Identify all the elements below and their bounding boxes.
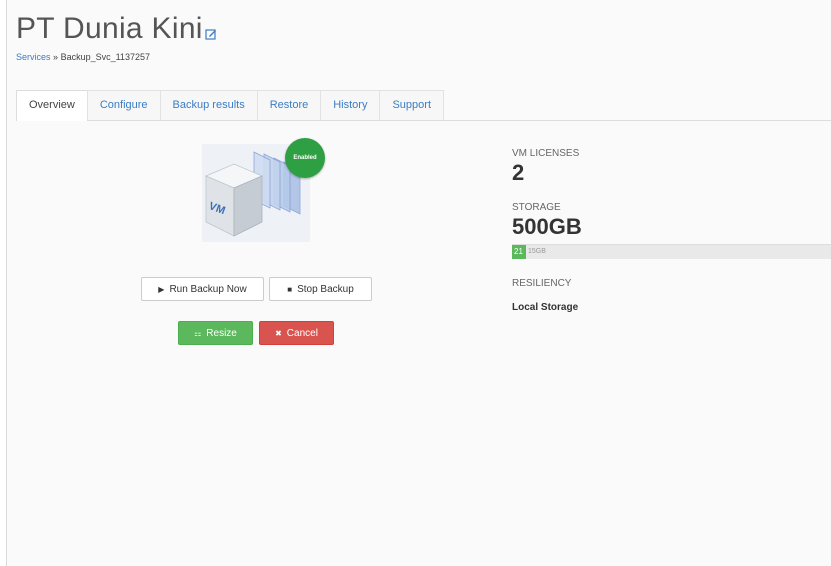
cancel-label: Cancel xyxy=(286,327,318,339)
edit-icon[interactable] xyxy=(205,28,217,40)
resiliency-value: Local Storage xyxy=(512,302,579,313)
breadcrumb: Services » Backup_Svc_1137257 xyxy=(16,52,150,62)
close-icon: ✖ xyxy=(275,328,282,338)
title-row: PT Dunia Kini xyxy=(16,12,217,46)
storage-label: STORAGE xyxy=(512,202,561,213)
vm-licenses-value: 2 xyxy=(512,160,525,185)
tab-overview[interactable]: Overview xyxy=(16,90,88,121)
run-backup-button[interactable]: ▶ Run Backup Now xyxy=(141,277,264,301)
breadcrumb-services-link[interactable]: Services xyxy=(16,52,51,62)
tab-restore[interactable]: Restore xyxy=(256,90,322,120)
play-icon: ▶ xyxy=(158,284,165,294)
stop-backup-label: Stop Backup xyxy=(297,283,354,295)
storage-used-fill: 21 xyxy=(512,245,526,259)
stop-backup-button[interactable]: ■ Stop Backup xyxy=(269,277,372,301)
breadcrumb-separator: » xyxy=(53,52,59,62)
page-title: PT Dunia Kini xyxy=(16,12,203,45)
tab-configure[interactable]: Configure xyxy=(86,90,161,120)
enabled-badge: Enabled xyxy=(285,138,325,178)
run-backup-label: Run Backup Now xyxy=(169,283,247,295)
cancel-button[interactable]: ✖ Cancel xyxy=(259,321,334,345)
vm-licenses-label: VM LICENSES xyxy=(512,148,580,159)
tab-support[interactable]: Support xyxy=(379,90,444,120)
tab-history[interactable]: History xyxy=(320,90,381,120)
storage-progress-bar: 21 15GB xyxy=(512,244,831,259)
resize-label: Resize xyxy=(206,327,237,339)
resize-button[interactable]: ⚏ Resize xyxy=(178,321,253,345)
sliders-icon: ⚏ xyxy=(194,328,202,338)
tab-backup-results[interactable]: Backup results xyxy=(159,90,258,120)
stop-icon: ■ xyxy=(287,284,293,294)
tab-bar: Overview Configure Backup results Restor… xyxy=(16,90,831,121)
breadcrumb-current: Backup_Svc_1137257 xyxy=(60,52,150,62)
storage-value: 500GB xyxy=(512,214,582,239)
resiliency-label: RESILIENCY xyxy=(512,278,572,289)
main-panel xyxy=(6,0,831,566)
storage-remaining-text: 15GB xyxy=(528,248,546,255)
